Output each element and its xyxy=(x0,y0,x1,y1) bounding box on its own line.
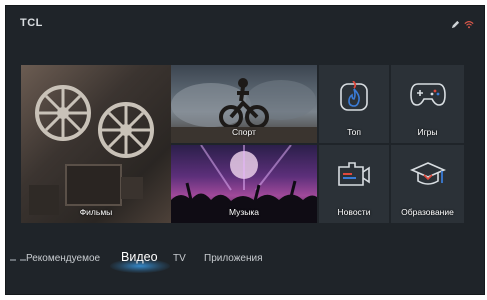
edit-icon xyxy=(451,16,460,34)
tile-top[interactable]: Топ xyxy=(319,65,389,143)
tile-label-games: Игры xyxy=(417,127,438,137)
wifi-icon xyxy=(464,16,474,34)
tile-sport[interactable]: Спорт xyxy=(171,65,317,143)
flame-icon xyxy=(340,80,368,116)
status-bar xyxy=(451,16,474,34)
tile-education[interactable]: Образование xyxy=(391,145,464,223)
news-camera-icon xyxy=(337,161,371,192)
gamepad-icon xyxy=(409,81,446,112)
tile-news[interactable]: Новости xyxy=(319,145,389,223)
graduation-cap-icon xyxy=(409,161,446,194)
tile-games[interactable]: Игры xyxy=(391,65,464,143)
focus-indicator-line xyxy=(6,259,26,261)
tab-tv[interactable]: TV xyxy=(173,253,186,264)
tv-home-screen: TCL Фильмы Спорт Музыка Топ Игры Новости… xyxy=(5,5,485,295)
tile-label-top: Топ xyxy=(347,127,361,137)
tile-label-sport: Спорт xyxy=(232,127,256,137)
film-projector-image xyxy=(29,85,154,215)
tile-films[interactable]: Фильмы xyxy=(21,65,171,223)
tcl-logo: TCL xyxy=(20,17,43,29)
category-grid: Фильмы Спорт Музыка Топ Игры Новости Обр… xyxy=(21,65,464,223)
tab-recommended[interactable]: Рекомендуемое xyxy=(26,253,100,264)
tile-label-music: Музыка xyxy=(228,207,260,217)
tile-label-films: Фильмы xyxy=(79,207,113,217)
main-nav: Рекомендуемое Видео TV Приложения xyxy=(6,247,484,273)
tile-music[interactable]: Музыка xyxy=(171,145,317,223)
tab-video[interactable]: Видео xyxy=(121,250,158,264)
tile-label-news: Новости xyxy=(337,207,371,217)
tab-apps[interactable]: Приложения xyxy=(204,253,263,264)
tile-label-education: Образование xyxy=(401,207,454,217)
